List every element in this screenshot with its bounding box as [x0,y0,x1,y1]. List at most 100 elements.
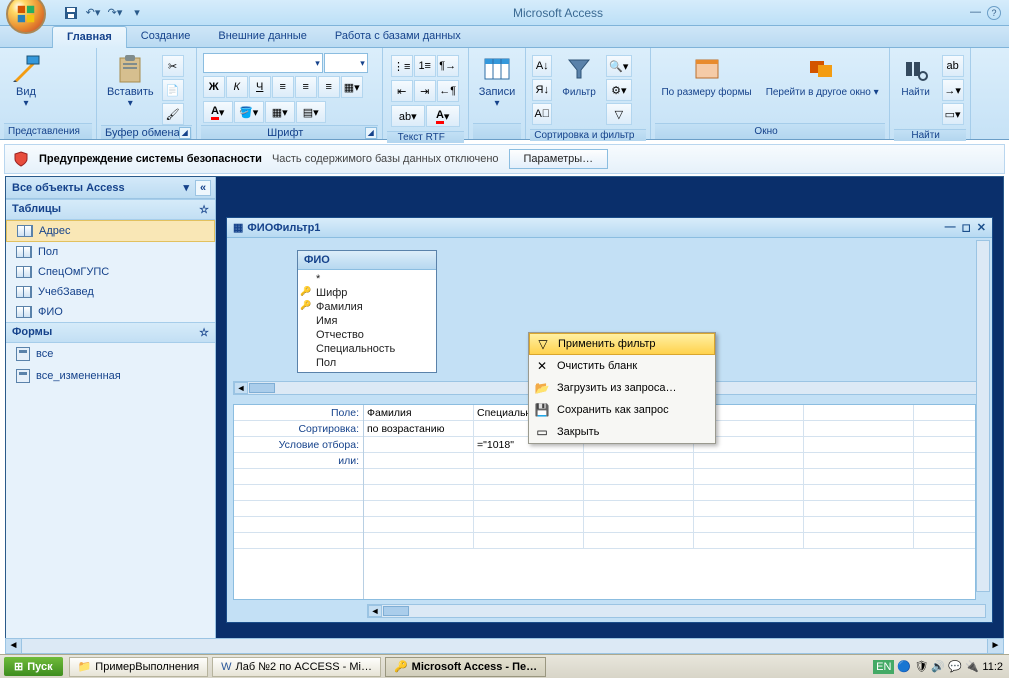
query-title-bar[interactable]: ▦ ФИОФильтр1 — ◻ ✕ [227,218,992,238]
taskbar-item-word[interactable]: WЛаб №2 по ACCESS - Mi… [212,657,381,677]
taskbar-item-access[interactable]: 🔑Microsoft Access - Пе… [385,657,546,677]
tab-home[interactable]: Главная [52,26,127,48]
nav-item-adres[interactable]: Адрес [6,220,215,242]
help-button[interactable]: ? [987,6,1001,20]
save-icon[interactable] [62,4,80,22]
underline-icon[interactable]: Ч [249,76,271,98]
system-tray: EN 🔵 🛡 🔊 💬 🔌 11:2 [873,660,1009,674]
nav-item-uchebzaved[interactable]: УчебЗавед [6,282,215,302]
minimize-icon[interactable]: — [945,221,956,234]
italic-icon[interactable]: К [226,76,248,98]
ltr-icon[interactable]: ¶→ [437,55,459,77]
switch-window-button[interactable]: Перейти в другое окно ▾ [760,51,885,123]
selection-filter-icon[interactable]: 🔍▾ [606,55,632,77]
security-options-button[interactable]: Параметры… [509,149,609,169]
tab-create[interactable]: Создание [127,26,205,48]
cut-icon[interactable]: ✂ [162,55,184,77]
language-indicator[interactable]: EN [873,660,894,674]
view-button[interactable]: Вид▾ [4,51,48,123]
dialog-launcher-clipboard[interactable]: ◢ [179,127,191,139]
paste-button[interactable]: Вставить▾ [101,51,160,123]
rtl-icon[interactable]: ←¶ [437,80,459,102]
filter-button[interactable]: Фильтр [556,51,602,123]
start-button[interactable]: ⊞Пуск [4,657,63,676]
ctx-save-as-query[interactable]: 💾Сохранить как запрос [529,399,715,421]
select-icon[interactable]: ▭▾ [942,103,964,125]
field-shifr[interactable]: Шифр [298,286,436,300]
nav-item-fio[interactable]: ФИО [6,302,215,322]
field-pol[interactable]: Пол [298,356,436,370]
ribbon: Вид▾ Представления Вставить▾ ✂ 📄 🖌 Буфер… [0,48,1009,140]
numbering-icon[interactable]: 1≡ [414,55,436,77]
clock[interactable]: 11:2 [982,661,1003,673]
grid-hscroll[interactable]: ◄ [367,604,986,618]
textcolor-icon[interactable]: А▾ [426,105,460,127]
table-box-fio[interactable]: ФИО * Шифр Фамилия Имя Отчество Специаль… [297,250,437,373]
close-icon[interactable]: ✕ [977,221,986,234]
ctx-load-from-query[interactable]: 📂Загрузить из запроса… [529,377,715,399]
tray-icon-5[interactable]: 🔌 [965,660,979,674]
alt-fill-icon[interactable]: ▤▾ [296,101,326,123]
field-otchestvo[interactable]: Отчество [298,328,436,342]
ctx-apply-filter[interactable]: ▽Применить фильтр [529,333,715,355]
gridlines-icon[interactable]: ▦▾ [341,76,363,98]
align-right-icon[interactable]: ≡ [318,76,340,98]
increase-indent-icon[interactable]: ⇥ [414,80,436,102]
font-size-combo[interactable] [324,53,368,73]
taskbar-item-folder[interactable]: 📁ПримерВыполнения [69,657,209,677]
bold-icon[interactable]: Ж [203,76,225,98]
align-center-icon[interactable]: ≡ [295,76,317,98]
nav-item-form-vse-izm[interactable]: все_измененная [6,365,215,387]
field-familiya[interactable]: Фамилия [298,300,436,314]
tray-icon-4[interactable]: 💬 [948,660,962,674]
nav-item-form-vse[interactable]: все [6,343,215,365]
decrease-indent-icon[interactable]: ⇤ [391,80,413,102]
undo-icon[interactable]: ↶▾ [84,4,102,22]
format-painter-icon[interactable]: 🖌 [162,103,184,125]
font-color-icon[interactable]: А▾ [203,101,233,123]
cell-sort-0[interactable]: по возрастанию [364,421,474,436]
tray-icon-3[interactable]: 🔊 [931,660,945,674]
minimize-button[interactable]: — [970,6,981,20]
font-name-combo[interactable] [203,53,323,73]
cell-field-0[interactable]: Фамилия [364,405,474,420]
nav-item-pol[interactable]: Пол [6,242,215,262]
replace-icon[interactable]: ab [942,55,964,77]
fit-form-button[interactable]: По размеру формы [655,51,757,123]
find-button[interactable]: Найти [894,51,938,123]
align-left-icon[interactable]: ≡ [272,76,294,98]
tray-icon-1[interactable]: 🔵 [897,660,911,674]
nav-header[interactable]: Все объекты Access ▾ « [6,177,215,199]
main-hscroll[interactable]: ◄► [5,638,1004,654]
nav-dropdown-icon[interactable]: ▾ [183,181,189,194]
nav-item-specomgups[interactable]: СпецОмГУПС [6,262,215,282]
sort-asc-icon[interactable]: A↓ [532,55,552,77]
nav-category-tables[interactable]: Таблицы☆ [6,199,215,220]
tray-icon-2[interactable]: 🛡 [914,660,928,674]
redo-icon[interactable]: ↷▾ [106,4,124,22]
copy-icon[interactable]: 📄 [162,79,184,101]
qat-dropdown-icon[interactable]: ▾ [128,4,146,22]
fill-color-icon[interactable]: 🪣▾ [234,101,264,123]
nav-collapse-button[interactable]: « [195,180,211,196]
field-spec[interactable]: Специальность [298,342,436,356]
dialog-launcher-font[interactable]: ◢ [365,127,377,139]
tab-database-tools[interactable]: Работа с базами данных [321,26,475,48]
bullets-icon[interactable]: ⋮≡ [391,55,413,77]
advanced-filter-icon[interactable]: ⚙▾ [606,79,632,101]
maximize-icon[interactable]: ◻ [962,221,971,234]
tab-external-data[interactable]: Внешние данные [204,26,320,48]
records-button[interactable]: Записи▾ [473,51,522,123]
highlight-icon[interactable]: ab▾ [391,105,425,127]
clear-sort-icon[interactable]: A⃠ [532,103,552,125]
grid-color-icon[interactable]: ▦▾ [265,101,295,123]
field-imya[interactable]: Имя [298,314,436,328]
sort-desc-icon[interactable]: Я↓ [532,79,552,101]
toggle-filter-icon[interactable]: ▽ [606,103,632,125]
nav-category-forms[interactable]: Формы☆ [6,322,215,343]
ctx-clear-grid[interactable]: ✕Очистить бланк [529,355,715,377]
ctx-close[interactable]: ▭Закрыть [529,421,715,443]
field-all[interactable]: * [298,272,436,286]
query-vscroll[interactable] [976,240,990,592]
goto-icon[interactable]: →▾ [942,79,964,101]
